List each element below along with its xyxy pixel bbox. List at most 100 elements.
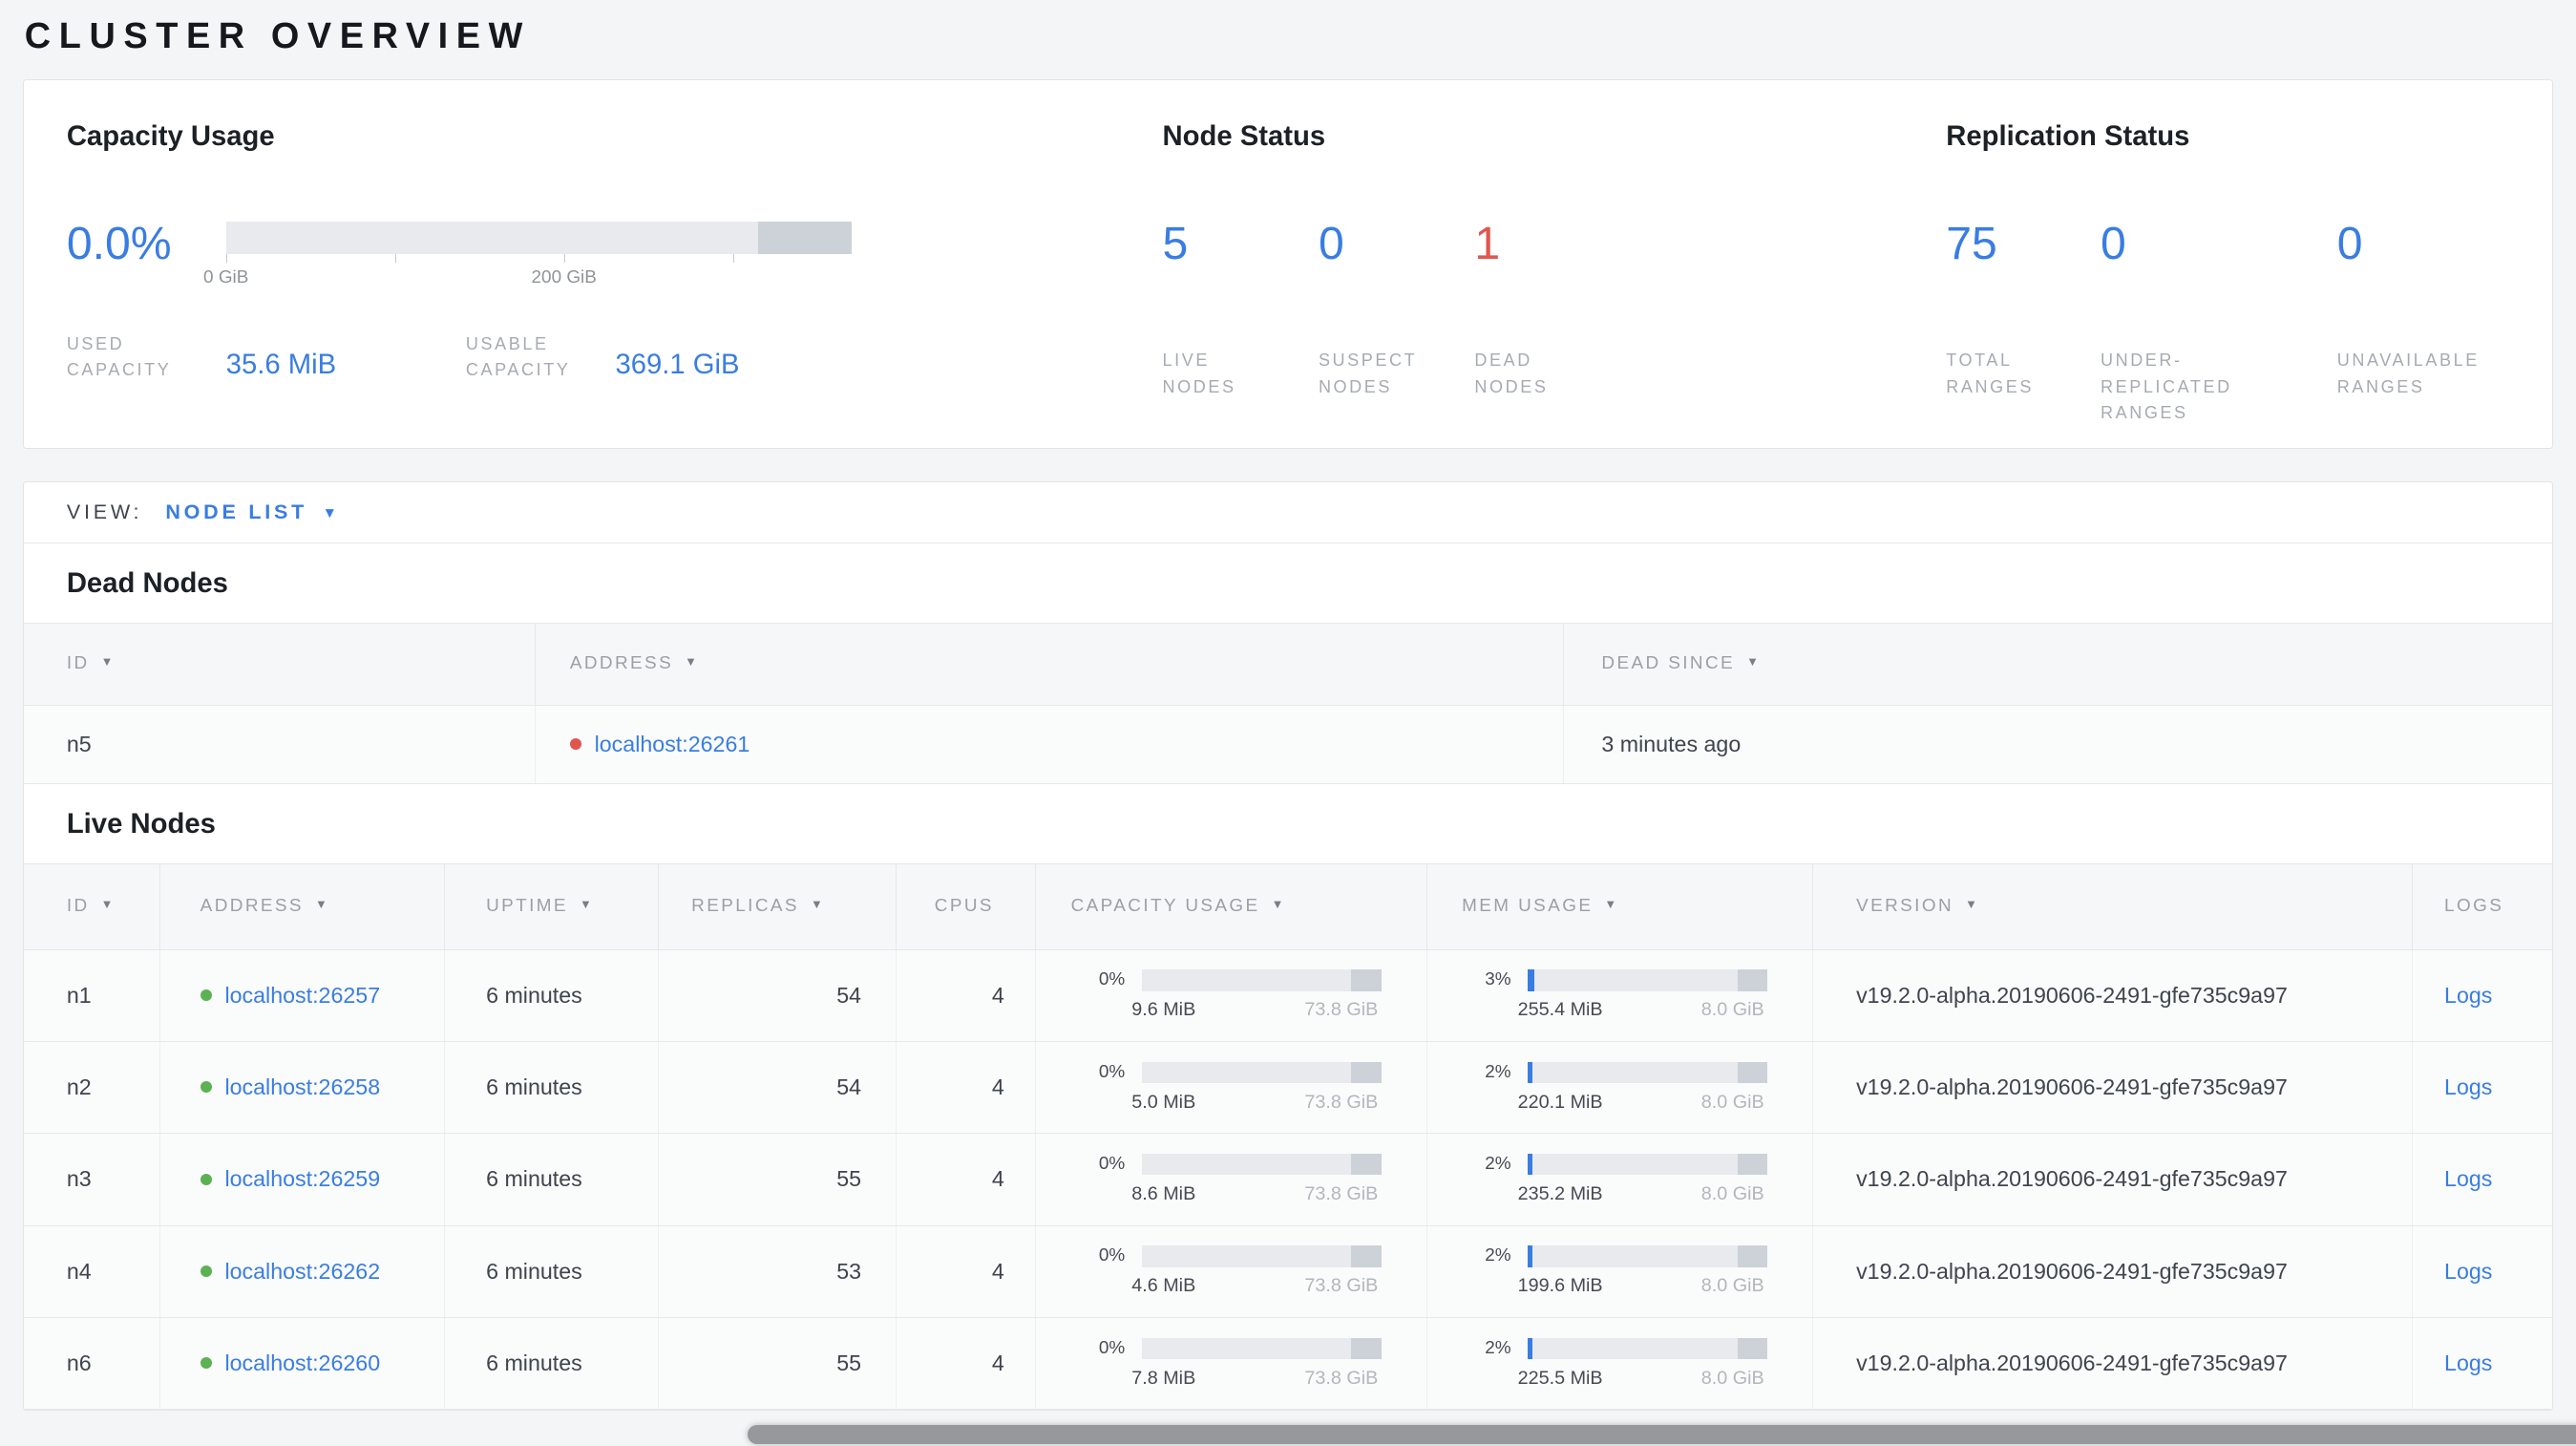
node-address-cell: localhost:26258 (159, 1041, 446, 1135)
live-col-cpus[interactable]: CPUS (896, 863, 1037, 950)
capacity-used-value: 7.8 MiB (1131, 1367, 1196, 1389)
capacity-used-value: 9.6 MiB (1131, 999, 1196, 1021)
mem-mini-bar (1527, 1061, 1768, 1083)
node-address-cell: localhost:26259 (159, 1133, 446, 1226)
dead-since-cell: 3 minutes ago (1563, 705, 2552, 785)
live-node-row: n4 localhost:26262 6 minutes 53 4 0% 4.6… (24, 1225, 2552, 1318)
mem-used-value: 225.5 MiB (1517, 1367, 1603, 1389)
cluster-overview-page: CLUSTER OVERVIEW Capacity Usage 0.0% 0 G… (0, 0, 2576, 1446)
mem-usage-cell: 2% 225.5 MiB 8.0 GiB (1426, 1317, 1814, 1411)
mem-total-value: 8.0 GiB (1700, 1275, 1764, 1297)
live-col-capacity-usage[interactable]: CAPACITY USAGE ▼ (1035, 863, 1427, 950)
version-cell: v19.2.0-alpha.20190606-2491-gfe735c9a97 (1812, 949, 2414, 1042)
node-status-title: Node Status (1162, 120, 1326, 152)
capacity-mini-bar (1141, 1337, 1382, 1360)
cpus-cell: 4 (896, 1317, 1037, 1411)
replication-status-title: Replication Status (1946, 120, 2190, 152)
under-replicated-count: 0 (2100, 218, 2126, 270)
mem-usage-cell: 2% 235.2 MiB 8.0 GiB (1426, 1133, 1814, 1226)
live-nodes-count: 5 (1162, 218, 1189, 270)
live-nodes-table: ID ▼ ADDRESS ▼ UPTIME ▼ REPLICAS ▼ CPUS CAPA… (24, 863, 2552, 1411)
node-list-card: VIEW: NODE LIST ▼ Dead Nodes ID ▼ ADDRESS… (23, 481, 2553, 1412)
capacity-percent: 0.0% (66, 218, 172, 270)
mem-mini-bar (1527, 1245, 1768, 1267)
capacity-usage-title: Capacity Usage (66, 120, 275, 152)
live-col-uptime[interactable]: UPTIME ▼ (444, 863, 659, 950)
live-col-address[interactable]: ADDRESS ▼ (159, 863, 446, 950)
logs-cell: Logs (2412, 949, 2552, 1042)
live-col-replicas[interactable]: REPLICAS ▼ (658, 863, 897, 950)
replication-status-section: Replication Status 75 TOTAL RANGES 0 UND… (1904, 80, 2552, 448)
dead-col-id[interactable]: ID ▼ (24, 622, 536, 706)
dead-nodes-stat: 1 DEAD NODES (1474, 216, 1630, 400)
logs-link[interactable]: Logs (2444, 983, 2492, 1008)
live-col-version[interactable]: VERSION ▼ (1812, 863, 2414, 950)
version-cell: v19.2.0-alpha.20190606-2491-gfe735c9a97 (1812, 1041, 2414, 1135)
node-address-link[interactable]: localhost:26261 (595, 732, 750, 756)
logs-cell: Logs (2412, 1133, 2552, 1226)
live-node-row: n6 localhost:26260 6 minutes 55 4 0% 7.8… (24, 1317, 2552, 1411)
horizontal-scrollbar[interactable] (747, 1424, 2576, 1445)
sort-desc-icon: ▼ (580, 896, 592, 911)
axis-tick-label: 200 GiB (531, 266, 597, 287)
mem-total-value: 8.0 GiB (1700, 999, 1764, 1021)
logs-link[interactable]: Logs (2444, 1166, 2492, 1191)
live-col-id[interactable]: ID ▼ (24, 863, 161, 950)
node-live-icon (200, 1173, 212, 1185)
node-address-link[interactable]: localhost:26257 (224, 983, 380, 1008)
capacity-total-value: 73.8 GiB (1304, 1091, 1379, 1113)
mem-usage-cell: 2% 220.1 MiB 8.0 GiB (1426, 1041, 1814, 1135)
cpus-cell: 4 (896, 1225, 1037, 1318)
logs-link[interactable]: Logs (2444, 1259, 2492, 1284)
live-col-mem-usage[interactable]: MEM USAGE ▼ (1426, 863, 1814, 950)
view-selector-bar: VIEW: NODE LIST ▼ (24, 482, 2552, 543)
live-node-row: n3 localhost:26259 6 minutes 55 4 0% 8.6… (24, 1133, 2552, 1226)
mem-used-value: 199.6 MiB (1517, 1275, 1603, 1297)
dead-nodes-count: 1 (1474, 218, 1501, 270)
replicas-cell: 55 (658, 1133, 897, 1226)
capacity-usage-cell: 0% 4.6 MiB 73.8 GiB (1035, 1225, 1427, 1318)
axis-tick (563, 253, 566, 263)
capacity-usage-cell: 0% 9.6 MiB 73.8 GiB (1035, 949, 1427, 1042)
sort-desc-icon: ▼ (314, 896, 327, 911)
node-live-icon (200, 989, 212, 1002)
node-id-cell: n1 (24, 949, 161, 1042)
capacity-usage-cell: 0% 7.8 MiB 73.8 GiB (1035, 1317, 1427, 1411)
capacity-mini-bar (1141, 1061, 1382, 1083)
unavailable-ranges-stat: 0 UNAVAILABLE RANGES (2337, 216, 2518, 426)
live-col-logs[interactable]: LOGS (2412, 863, 2552, 950)
sort-desc-icon: ▼ (1271, 896, 1284, 911)
node-id-cell: n2 (24, 1041, 161, 1135)
capacity-used-value: 5.0 MiB (1131, 1091, 1196, 1113)
node-address-link[interactable]: localhost:26262 (224, 1259, 380, 1284)
capacity-total-value: 73.8 GiB (1304, 1367, 1379, 1389)
mem-mini-bar (1527, 1337, 1768, 1360)
logs-link[interactable]: Logs (2444, 1074, 2492, 1099)
view-dropdown[interactable]: NODE LIST ▼ (165, 500, 340, 524)
dead-col-address[interactable]: ADDRESS ▼ (535, 622, 1564, 706)
capacity-mini-bar (1141, 969, 1382, 991)
dead-nodes-label: DEAD NODES (1474, 351, 1549, 396)
version-cell: v19.2.0-alpha.20190606-2491-gfe735c9a97 (1812, 1133, 2414, 1226)
cluster-summary-card: Capacity Usage 0.0% 0 GiB 200 GiB USED C… (23, 78, 2553, 449)
sort-desc-icon: ▼ (1604, 896, 1617, 911)
cpus-cell: 4 (896, 949, 1037, 1042)
mem-usage-cell: 3% 255.4 MiB 8.0 GiB (1426, 949, 1814, 1042)
node-id-cell: n3 (24, 1133, 161, 1226)
unavailable-ranges-label: UNAVAILABLE RANGES (2336, 351, 2480, 396)
logs-cell: Logs (2412, 1225, 2552, 1318)
node-address-link[interactable]: localhost:26260 (224, 1350, 380, 1375)
node-address-link[interactable]: localhost:26258 (224, 1074, 380, 1099)
dead-col-dead-since[interactable]: DEAD SINCE ▼ (1563, 622, 2552, 706)
capacity-axis: 0 GiB 200 GiB (203, 253, 853, 287)
mem-percent-label: 2% (1485, 1061, 1511, 1082)
logs-link[interactable]: Logs (2444, 1350, 2492, 1375)
axis-tick (225, 253, 228, 263)
dead-nodes-title: Dead Nodes (66, 567, 228, 599)
live-nodes-header-row: ID ▼ ADDRESS ▼ UPTIME ▼ REPLICAS ▼ CPUS CAPA… (24, 863, 2552, 950)
sort-desc-icon: ▼ (100, 896, 114, 911)
version-cell: v19.2.0-alpha.20190606-2491-gfe735c9a97 (1812, 1225, 2414, 1318)
node-address-link[interactable]: localhost:26259 (224, 1166, 380, 1191)
capacity-percent-label: 0% (1098, 1337, 1126, 1358)
replicas-cell: 53 (658, 1225, 897, 1318)
